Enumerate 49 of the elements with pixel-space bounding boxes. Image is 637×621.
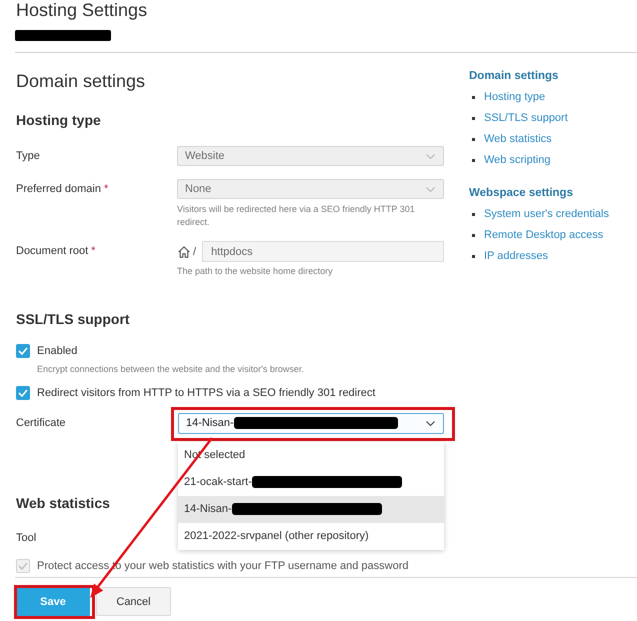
bullet-icon: [472, 234, 475, 236]
sidebar-heading: Webspace settings: [469, 186, 573, 200]
bullet-icon: [472, 116, 475, 120]
bullet-icon: [472, 212, 475, 216]
field-label: Certificate: [16, 416, 66, 430]
sidebar-link[interactable]: Web scripting: [484, 153, 550, 167]
field-label: Document root: [16, 244, 88, 259]
checkbox[interactable]: [16, 386, 30, 400]
sidebar-link[interactable]: IP addresses: [484, 249, 548, 263]
sidebar-link[interactable]: Remote Desktop access: [484, 228, 604, 242]
bullet-icon: [472, 96, 475, 98]
form-button[interactable]: Cancel: [96, 587, 171, 616]
sidebar-link[interactable]: SSL/TLS support: [484, 111, 568, 125]
dropdown-option[interactable]: 2021-2022-srvpanel (other repository): [178, 522, 444, 550]
field-label: Tool: [16, 532, 36, 544]
path-separator: /: [193, 246, 196, 258]
section-heading: Hosting type: [16, 111, 101, 129]
checkbox-label: Redirect visitors from HTTP to HTTPS via a SEO friendly 301 redirect: [37, 386, 376, 400]
sidebar-link[interactable]: Hosting type: [484, 90, 546, 104]
page-heading: Domain settings: [16, 70, 146, 92]
bullet-icon: [472, 254, 475, 258]
dropdown-option[interactable]: 14-Nisan-: [178, 496, 444, 522]
home-icon: [178, 246, 190, 258]
sidebar-link[interactable]: System user's credentials: [484, 207, 609, 221]
checkbox[interactable]: [16, 344, 30, 358]
chevron-down-icon: [426, 420, 435, 426]
required-mark: *: [104, 182, 108, 197]
bullet-icon: [472, 138, 475, 140]
field-hint: Visitors will be redirected here via a SEO friendly HTTP 301 redirect.: [177, 203, 416, 228]
checkmark-icon: [18, 346, 28, 354]
field-hint: The path to the website home directory: [177, 265, 334, 278]
checkbox-hint: Encrypt connections between the website and the visitor's browser.: [36, 362, 304, 374]
section-heading: SSL/TLS support: [16, 310, 130, 328]
certificate-select[interactable]: 14-Nisan-: [178, 412, 444, 434]
form-button[interactable]: Save: [16, 587, 90, 616]
field-label: Preferred domain: [16, 182, 101, 197]
sidebar-link[interactable]: Web statistics: [484, 132, 552, 146]
checkmark-icon: [18, 562, 28, 570]
required-mark: *: [91, 244, 96, 259]
dropdown-option[interactable]: 21-ocak-start-: [178, 468, 444, 496]
field-label: Type: [16, 149, 40, 164]
section-heading: Web statistics: [16, 494, 110, 512]
bullet-icon: [472, 158, 475, 162]
chevron-down-icon: [426, 186, 435, 192]
checkmark-icon: [18, 388, 28, 396]
page-title: Hosting Settings: [15, 0, 148, 20]
checkbox-label: Enabled: [37, 344, 78, 358]
chevron-down-icon: [426, 154, 435, 158]
sidebar-heading: Domain settings: [469, 69, 558, 83]
